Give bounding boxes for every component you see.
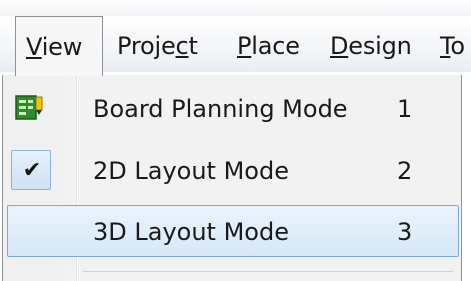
menu-view-mnemonic: V (26, 33, 42, 61)
3d-layout-label: 3D Layout Mode (93, 218, 289, 246)
menu-design[interactable]: Design (330, 16, 412, 76)
menu-project-post: t (188, 32, 198, 60)
menu-tools-post: o (450, 32, 465, 60)
menu-project-mnemonic: c (175, 32, 189, 60)
menu-item-board-planning-mode[interactable]: Board Planning Mode 1 (7, 83, 459, 135)
checked-indicator: ✔ (11, 150, 51, 190)
menu-design-mnemonic: D (330, 32, 349, 60)
menu-project[interactable]: Project (117, 16, 198, 76)
menu-tools[interactable]: To (440, 16, 465, 76)
checkmark-icon: ✔ (22, 158, 42, 183)
view-dropdown-menu: Board Planning Mode 1 ✔ 2D Layout Mode 2… (2, 75, 462, 281)
menu-design-post: esign (348, 32, 412, 60)
board-planning-shortcut: 1 (397, 95, 413, 123)
menu-place-post: lace (251, 32, 300, 60)
menu-project-pre: Proje (117, 32, 176, 60)
2d-layout-label: 2D Layout Mode (93, 157, 289, 185)
menu-view-post: iew (41, 33, 83, 61)
board-planning-icon (15, 95, 43, 120)
board-planning-label: Board Planning Mode (93, 95, 348, 123)
menu-place-mnemonic: P (237, 32, 252, 60)
menu-place[interactable]: Place (237, 16, 300, 76)
3d-layout-shortcut: 3 (397, 218, 413, 246)
menu-view[interactable]: View (15, 16, 103, 76)
menu-separator (83, 271, 453, 272)
menu-item-2d-layout-mode[interactable]: ✔ 2D Layout Mode 2 (7, 145, 459, 197)
menu-item-3d-layout-mode[interactable]: 3D Layout Mode 3 (7, 205, 459, 257)
window-title-strip (0, 0, 471, 16)
menu-tools-mnemonic: T (440, 32, 451, 60)
2d-layout-shortcut: 2 (397, 157, 413, 185)
